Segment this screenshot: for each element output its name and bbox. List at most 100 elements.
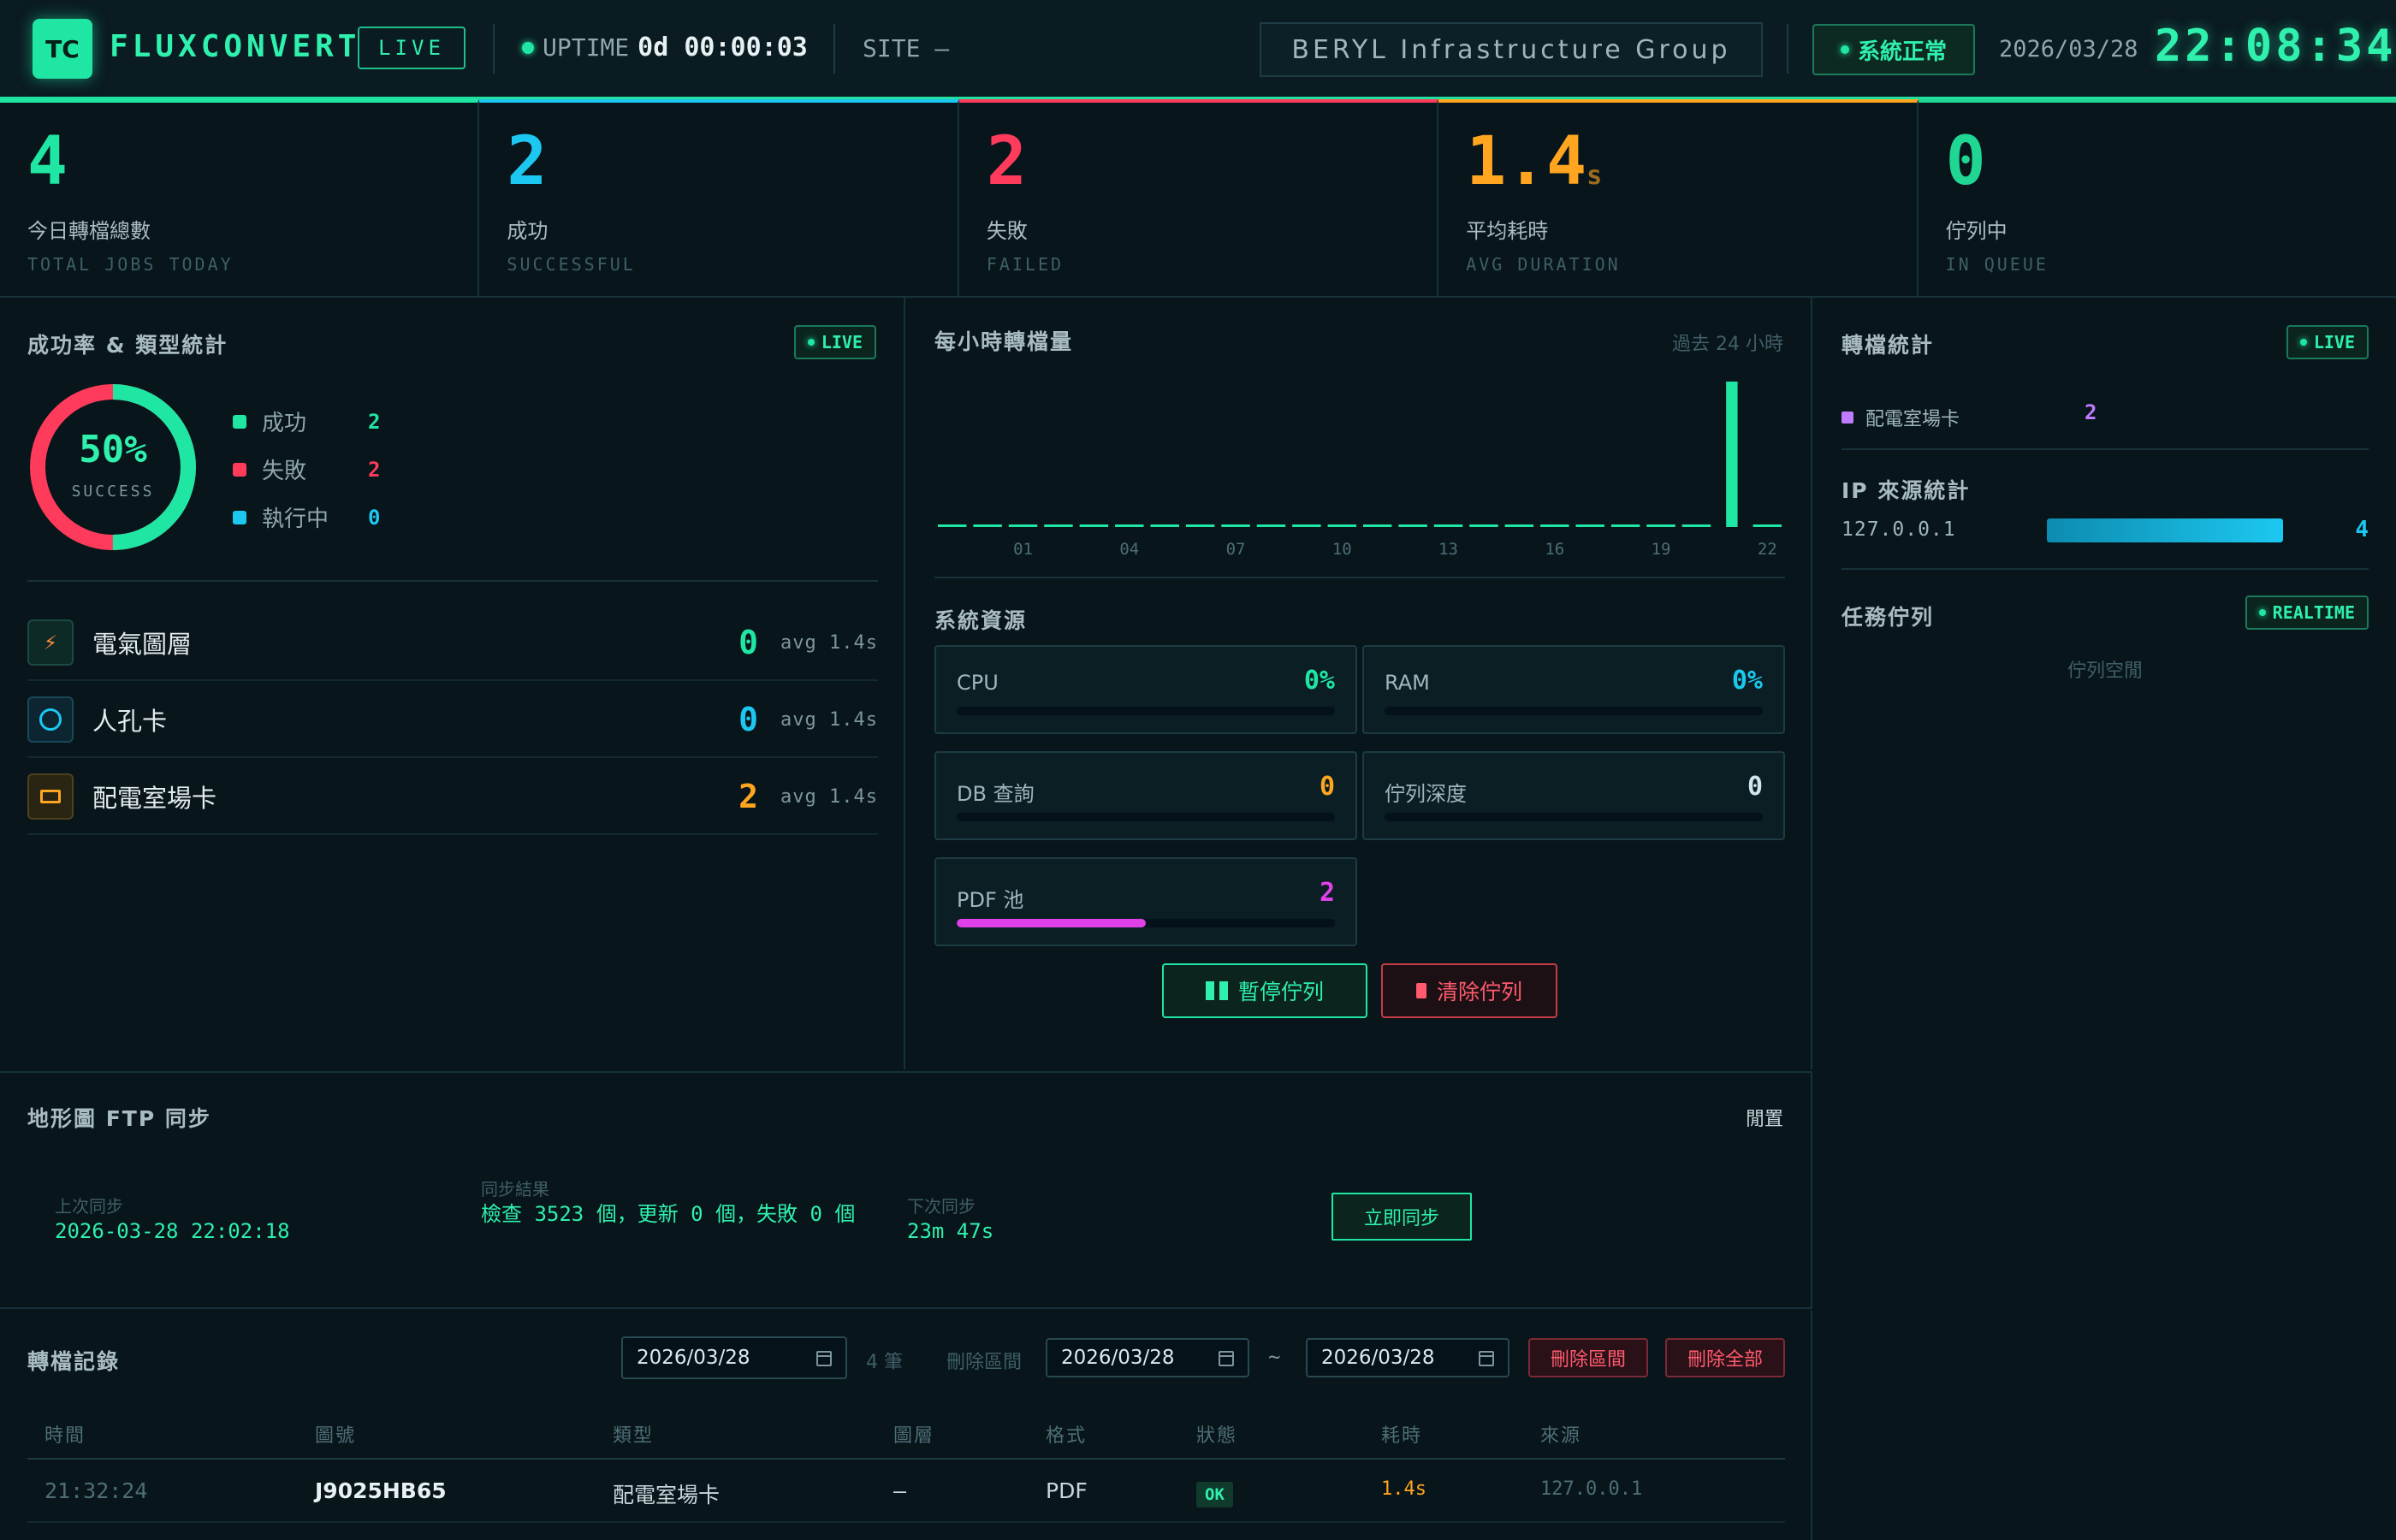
panel-title: 轉檔統計 <box>1841 333 1935 358</box>
pause-queue-button[interactable]: 暫停佇列 <box>1162 963 1367 1018</box>
panel-divider <box>27 580 878 582</box>
resource-value: 0 <box>1319 772 1335 802</box>
queue-empty-text: 佇列空閒 <box>2067 660 2143 682</box>
ftp-next-label: 下次同步 <box>907 1196 976 1217</box>
type-name: 配電室場卡 <box>92 784 217 813</box>
kpi-value: 4 <box>27 123 68 200</box>
col-header-code[interactable]: 圖號 <box>315 1420 356 1448</box>
kpi-successful: 2 成功 SUCCESSFUL <box>479 99 959 296</box>
hourly-bar <box>1681 524 1711 527</box>
kpi-label-zh: 佇列中 <box>1945 219 2008 243</box>
site-label: SITE — <box>863 34 950 62</box>
app-logo: TC <box>33 19 92 79</box>
legend-label: 成功 <box>262 411 307 436</box>
system-status-badge: 系統正常 <box>1812 24 1975 75</box>
stat-row: 配電室場卡 <box>1841 404 1960 431</box>
hourly-tick-label: 13 <box>1438 540 1458 559</box>
sync-now-button[interactable]: 立即同步 <box>1331 1193 1472 1241</box>
hourly-bar <box>1256 524 1286 527</box>
panel-divider <box>1841 448 2369 450</box>
live-tag: LIVE <box>358 27 466 69</box>
resources-title: 系統資源 <box>934 608 1028 633</box>
col-header-time[interactable]: 時間 <box>44 1420 86 1448</box>
top-header: TC FLUXCONVERT LIVE UPTIME 0d 00:00:03 S… <box>0 0 2396 99</box>
type-name: 電氣圖層 <box>92 630 193 659</box>
col-header-type[interactable]: 類型 <box>613 1420 654 1448</box>
success-rate-label: SUCCESS <box>71 483 155 500</box>
hourly-bar <box>1044 524 1073 527</box>
kpi-label-en: TOTAL JOBS TODAY <box>27 254 234 275</box>
type-count: 0 <box>738 701 758 738</box>
hourly-bar <box>1079 524 1109 527</box>
panel-title: 轉檔記錄 <box>27 1349 121 1374</box>
hourly-bar <box>1646 524 1675 527</box>
system-status-text: 系統正常 <box>1857 38 1947 65</box>
clear-queue-label: 清除佇列 <box>1436 980 1522 1004</box>
col-header-duration[interactable]: 耗時 <box>1381 1420 1422 1448</box>
col-header-source[interactable]: 來源 <box>1540 1420 1581 1448</box>
kpi-label-en: AVG DURATION <box>1466 254 1621 275</box>
resource-track <box>957 707 1335 715</box>
cell-status: OK <box>1196 1482 1233 1507</box>
range-start-input[interactable]: 2026/03/28 <box>1046 1338 1249 1377</box>
header-divider <box>493 24 495 74</box>
ftp-last-value: 2026-03-28 22:02:18 <box>55 1219 290 1243</box>
kpi-total: 4 今日轉檔總數 TOTAL JOBS TODAY <box>0 99 480 296</box>
stat-label: 配電室場卡 <box>1865 409 1960 430</box>
hourly-bar <box>938 524 967 527</box>
resource-card-pdf-pool: PDF 池 2 <box>934 857 1357 946</box>
cell-layer: — <box>893 1478 907 1503</box>
resource-label: RAM <box>1385 671 1430 695</box>
legend-swatch <box>233 462 246 477</box>
resource-track <box>1385 813 1763 821</box>
hourly-bar <box>1327 524 1356 527</box>
panel-title: 每小時轉檔量 <box>934 329 1074 354</box>
col-header-format[interactable]: 格式 <box>1046 1420 1087 1448</box>
range-start-value: 2026/03/28 <box>1061 1347 1175 1369</box>
delete-range-button[interactable]: 刪除區間 <box>1528 1338 1648 1377</box>
legend-swatch <box>233 510 246 524</box>
hourly-bar <box>1575 524 1604 527</box>
type-count: 0 <box>738 624 758 661</box>
resource-track <box>1385 707 1763 715</box>
hourly-bar <box>1150 524 1179 527</box>
hourly-bar <box>1610 524 1640 527</box>
panel-title: 地形圖 FTP 同步 <box>27 1106 211 1131</box>
ip-address: 127.0.0.1 <box>1841 518 1956 541</box>
kpi-value: 1.4s <box>1466 123 1603 200</box>
resource-label: 佇列深度 <box>1385 782 1467 806</box>
legend-count: 0 <box>368 505 381 530</box>
live-badge: LIVE <box>2286 325 2369 359</box>
panel-title: 成功率 & 類型統計 <box>27 333 228 358</box>
ftp-result-label: 同步結果 <box>481 1179 549 1199</box>
kpi-label-zh: 失敗 <box>986 219 1028 243</box>
filter-date-input[interactable]: 2026/03/28 <box>621 1336 847 1379</box>
pause-queue-label: 暫停佇列 <box>1237 980 1324 1004</box>
hourly-tick-label: 04 <box>1119 540 1139 559</box>
hourly-bar <box>1469 524 1498 527</box>
col-header-layer[interactable]: 圖層 <box>893 1420 934 1448</box>
type-avg: avg 1.4s <box>780 631 878 654</box>
resource-value: 2 <box>1319 878 1335 908</box>
range-end-input[interactable]: 2026/03/28 <box>1306 1338 1509 1377</box>
legend-failed: 失敗 2 <box>233 453 380 485</box>
type-row-electrical[interactable]: ⚡ 電氣圖層 0 avg 1.4s <box>27 606 878 681</box>
hourly-bar <box>1115 524 1144 527</box>
live-badge-text: LIVE <box>821 332 863 352</box>
legend-swatch <box>233 414 246 429</box>
type-row-substation[interactable]: 配電室場卡 2 avg 1.4s <box>27 760 878 835</box>
col-header-status[interactable]: 狀態 <box>1196 1420 1237 1448</box>
kpi-label-en: SUCCESSFUL <box>507 254 636 275</box>
type-row-manhole[interactable]: 人孔卡 0 avg 1.4s <box>27 683 878 758</box>
header-clock: 22:08:34 <box>2155 21 2396 72</box>
uptime-indicator: UPTIME 0d 00:00:03 <box>522 33 808 62</box>
status-dot-icon <box>2258 609 2266 616</box>
resource-card-queue-depth: 佇列深度 0 <box>1362 751 1785 840</box>
clear-queue-button[interactable]: 清除佇列 <box>1381 963 1557 1018</box>
kpi-label-zh: 今日轉檔總數 <box>27 219 151 243</box>
delete-all-button[interactable]: 刪除全部 <box>1665 1338 1785 1377</box>
success-rate-panel: 成功率 & 類型統計 LIVE 50% SUCCESS 成功 2 失敗 2 執行… <box>0 298 905 1069</box>
success-rate-value: 50% <box>79 428 147 471</box>
calendar-icon <box>1219 1351 1234 1366</box>
resource-track <box>957 919 1335 927</box>
